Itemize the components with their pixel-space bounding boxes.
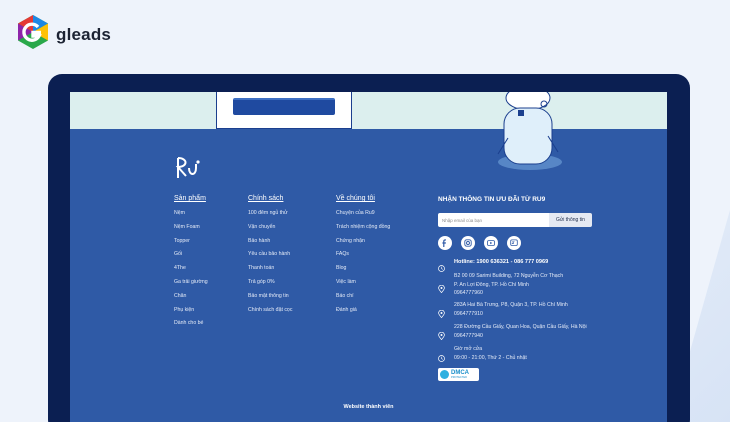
hours-value: 09:00 - 21:00, Thứ 2 - Chủ nhật xyxy=(454,354,527,361)
instagram-icon[interactable] xyxy=(461,236,475,250)
footer-link[interactable]: Trách nhiệm cộng đồng xyxy=(336,224,390,238)
footer-link[interactable]: Gối xyxy=(174,251,208,265)
phone-number[interactable]: 0964777940 xyxy=(454,332,587,341)
social-links xyxy=(438,236,521,250)
column-heading[interactable]: Sản phẩm xyxy=(174,195,208,202)
footer-column-about: Về chúng tôi Chuyện của Ru9 Trách nhiệm … xyxy=(336,195,390,320)
clock-icon xyxy=(438,345,446,367)
dmca-badge[interactable]: DMCA PROTECTED xyxy=(438,368,479,381)
footer-column-products: Sản phẩm Nệm Nệm Foam Topper Gối 4The Ga… xyxy=(174,195,208,334)
address-line: 228 Đường Cầu Giấy, Quan Hoa, Quận Cầu G… xyxy=(454,324,587,330)
opening-hours-row: Giờ mở cửa 09:00 - 21:00, Thứ 2 - Chủ nh… xyxy=(438,345,527,367)
column-heading[interactable]: Chính sách xyxy=(248,195,292,202)
footer-link[interactable]: Trả góp 0% xyxy=(248,279,292,293)
top-banner xyxy=(70,92,667,129)
gleads-hexagon-logo-icon xyxy=(16,14,50,55)
footer-link[interactable]: Blog xyxy=(336,265,390,279)
column-heading[interactable]: Về chúng tôi xyxy=(336,195,390,202)
mascot-illustration xyxy=(490,92,570,170)
footer-link[interactable]: Yêu cầu bảo hành xyxy=(248,251,292,265)
footer-link[interactable]: Chuyện của Ru9 xyxy=(336,210,390,224)
footer-column-policies: Chính sách 100 đêm ngủ thử Vận chuyển Bả… xyxy=(248,195,292,320)
hotline-text[interactable]: Hotline: 1900 636321 - 086 777 0969 xyxy=(454,259,548,265)
address-row: 283A Hai Bà Trưng, P8, Quận 3, TP. Hồ Ch… xyxy=(438,301,568,323)
youtube-icon[interactable] xyxy=(484,236,498,250)
footer-link[interactable]: Dành cho bé xyxy=(174,320,208,334)
phone-number[interactable]: 0964777960 xyxy=(454,289,563,298)
footer-link[interactable]: 4The xyxy=(174,265,208,279)
footer-link[interactable]: Chính sách đặt cọc xyxy=(248,307,292,321)
footer-link[interactable]: Ga trải giường xyxy=(174,279,208,293)
newsletter-form: Gửi thông tin xyxy=(438,213,592,227)
footer-link[interactable]: Thanh toán xyxy=(248,265,292,279)
dmca-subtitle: PROTECTED xyxy=(451,376,467,379)
address-row: 228 Đường Cầu Giấy, Quan Hoa, Quận Cầu G… xyxy=(438,323,587,345)
footer-link[interactable]: Báo chí xyxy=(336,293,390,307)
footer-link[interactable]: Việc làm xyxy=(336,279,390,293)
submit-newsletter-button[interactable]: Gửi thông tin xyxy=(549,213,592,227)
footer-link[interactable]: Phụ kiện xyxy=(174,307,208,321)
footer-link[interactable]: Bảo hành xyxy=(248,238,292,252)
phone-number[interactable]: 0964777910 xyxy=(454,310,568,319)
address-line: B2 00 09 Sarimi Building, 72 Nguyễn Cơ T… xyxy=(454,273,564,279)
footer-link[interactable]: Đánh giá xyxy=(336,307,390,321)
facebook-icon[interactable] xyxy=(438,236,452,250)
website-screen: Sản phẩm Nệm Nệm Foam Topper Gối 4The Ga… xyxy=(70,92,667,422)
zalo-icon[interactable] xyxy=(507,236,521,250)
footer-link[interactable]: 100 đêm ngủ thử xyxy=(248,210,292,224)
brand[interactable]: gleads xyxy=(16,14,111,55)
hours-label: Giờ mở cửa xyxy=(454,346,483,352)
member-websites-link[interactable]: Website thành viên xyxy=(70,404,667,410)
footer-link[interactable]: FAQs xyxy=(336,251,390,265)
footer-link[interactable]: Nệm Foam xyxy=(174,224,208,238)
address-line: 283A Hai Bà Trưng, P8, Quận 3, TP. Hồ Ch… xyxy=(454,302,568,308)
newsletter-title: NHẬN THÔNG TIN ƯU ĐÃI TỪ RU9 xyxy=(438,196,546,203)
footer-link[interactable]: Chăn xyxy=(174,293,208,307)
site-logo[interactable] xyxy=(174,156,200,185)
footer-link[interactable]: Vận chuyển xyxy=(248,224,292,238)
footer-link[interactable]: Topper xyxy=(174,238,208,252)
address-row: B2 00 09 Sarimi Building, 72 Nguyễn Cơ T… xyxy=(438,272,563,298)
mattress-image xyxy=(233,98,335,115)
footer-link[interactable]: Chứng nhận xyxy=(336,238,390,252)
address-line: P. An Lợi Đông, TP. Hồ Chí Minh xyxy=(454,281,529,288)
location-pin-icon xyxy=(438,323,446,345)
location-pin-icon xyxy=(438,272,446,298)
laptop-frame: Sản phẩm Nệm Nệm Foam Topper Gối 4The Ga… xyxy=(48,74,690,422)
location-pin-icon xyxy=(438,301,446,323)
footer-link[interactable]: Bảo mật thông tin xyxy=(248,293,292,307)
product-card[interactable] xyxy=(216,92,352,129)
brand-name: gleads xyxy=(56,24,112,44)
check-icon xyxy=(440,370,449,379)
footer-link[interactable]: Nệm xyxy=(174,210,208,224)
email-input[interactable] xyxy=(438,213,549,227)
